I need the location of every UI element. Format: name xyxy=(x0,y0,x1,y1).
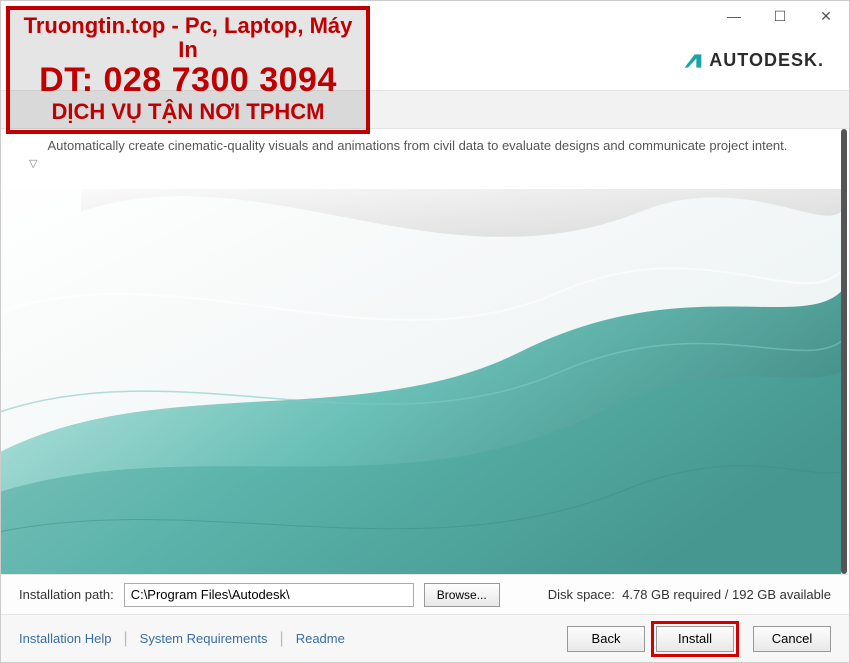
footer: Installation Help | System Requirements … xyxy=(1,614,849,662)
autodesk-icon xyxy=(683,51,703,71)
cancel-button[interactable]: Cancel xyxy=(753,626,831,652)
scrollbar[interactable] xyxy=(841,129,847,574)
install-path-row: Installation path: Browse... Disk space:… xyxy=(1,574,849,614)
content-area: ▽ Automatically create cinematic-quality… xyxy=(1,129,849,574)
install-highlight-box: Install xyxy=(651,621,739,657)
disk-space-text: Disk space: 4.78 GB required / 192 GB av… xyxy=(548,587,831,602)
browse-button[interactable]: Browse... xyxy=(424,583,500,607)
system-requirements-link[interactable]: System Requirements xyxy=(140,631,268,646)
install-help-link[interactable]: Installation Help xyxy=(19,631,112,646)
close-button[interactable]: ✕ xyxy=(803,1,849,31)
watermark-line2: DT: 028 7300 3094 xyxy=(16,62,360,99)
watermark-line1: Truongtin.top - Pc, Laptop, Máy In xyxy=(16,14,360,62)
maximize-button[interactable]: ☐ xyxy=(757,1,803,31)
hero-graphic xyxy=(1,189,841,574)
product-info: Automatically create cinematic-quality v… xyxy=(47,137,787,155)
autodesk-logo: AUTODESK. xyxy=(683,50,824,71)
product-description: Automatically create cinematic-quality v… xyxy=(47,137,787,155)
watermark-line3: DỊCH VỤ TẬN NƠI TPHCM xyxy=(16,100,360,124)
back-button[interactable]: Back xyxy=(567,626,645,652)
brand-text: AUTODESK. xyxy=(709,50,824,71)
watermark-overlay: Truongtin.top - Pc, Laptop, Máy In DT: 0… xyxy=(6,6,370,134)
install-button[interactable]: Install xyxy=(656,626,734,652)
expand-arrow-icon[interactable]: ▽ xyxy=(29,139,37,170)
minimize-button[interactable]: — xyxy=(711,1,757,31)
install-path-input[interactable] xyxy=(124,583,414,607)
readme-link[interactable]: Readme xyxy=(296,631,345,646)
product-row: ▽ Automatically create cinematic-quality… xyxy=(1,129,849,180)
install-path-label: Installation path: xyxy=(19,587,114,602)
